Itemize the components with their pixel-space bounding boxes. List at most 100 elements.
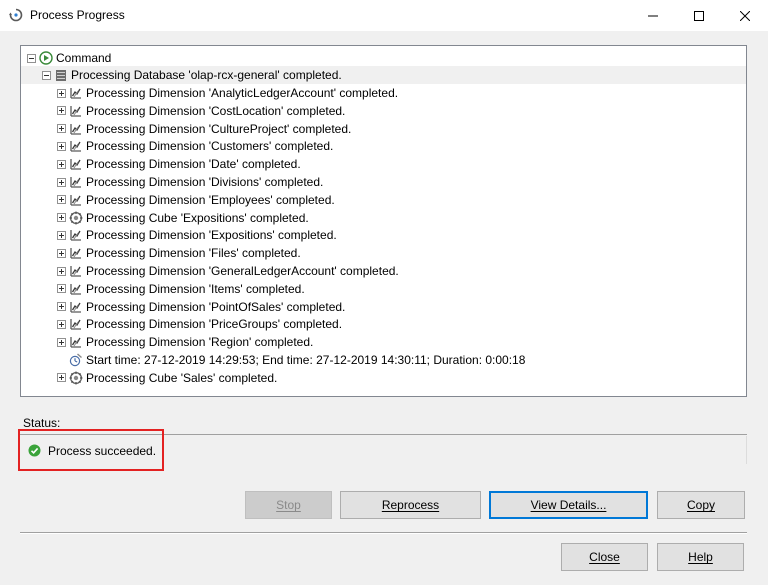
dimension-icon: [70, 104, 82, 117]
tree-node-item[interactable]: Processing Dimension 'Files' completed.: [21, 244, 746, 262]
tree-node-label: Processing Dimension 'Customers' complet…: [86, 139, 334, 154]
tree-node-command[interactable]: Command: [21, 49, 746, 67]
minimize-button[interactable]: [630, 0, 676, 31]
tree-node-database[interactable]: Processing Database 'olap-rcx-general' c…: [21, 66, 746, 84]
tree-node-item[interactable]: Processing Dimension 'AnalyticLedgerAcco…: [21, 84, 746, 102]
tree-node-label: Processing Dimension 'Employees' complet…: [86, 192, 335, 207]
status-highlight-box: [18, 429, 164, 471]
expand-toggle[interactable]: [57, 106, 66, 116]
tree-node-label: Processing Dimension 'Expositions' compl…: [86, 228, 337, 243]
footer-divider-highlight: [20, 533, 747, 534]
status-label: Status:: [23, 416, 61, 430]
close-button[interactable]: Close: [561, 543, 648, 571]
reprocess-button-label: Reprocess: [381, 498, 440, 512]
expand-toggle[interactable]: [57, 284, 66, 294]
minimize-icon: [648, 15, 658, 16]
expand-toggle[interactable]: [57, 302, 66, 312]
title-bar: Process Progress: [0, 0, 768, 31]
tree-node-label: Processing Database 'olap-rcx-general' c…: [71, 68, 342, 82]
expand-toggle[interactable]: [57, 230, 66, 240]
close-button-label: Close: [589, 550, 620, 564]
view-details-button[interactable]: View Details...: [489, 491, 648, 519]
expand-toggle[interactable]: [57, 141, 66, 151]
expand-toggle[interactable]: [57, 337, 66, 347]
cube-icon: [69, 211, 83, 225]
tree-node-label: Processing Dimension 'GeneralLedgerAccou…: [86, 264, 399, 278]
tree-node-item[interactable]: Processing Dimension 'Customers' complet…: [21, 137, 746, 155]
help-button-label: Help: [688, 550, 713, 564]
collapse-toggle[interactable]: [27, 53, 36, 63]
stop-button[interactable]: Stop: [245, 491, 332, 519]
tree-node-item[interactable]: Processing Dimension 'Items' completed.: [21, 280, 746, 298]
tree-node-label: Processing Dimension 'Date' completed.: [86, 157, 301, 172]
maximize-button[interactable]: [676, 0, 722, 31]
dimension-icon: [70, 158, 82, 171]
tree-node-item[interactable]: Processing Cube 'Expositions' completed.: [21, 209, 746, 227]
tree-node-item[interactable]: Processing Dimension 'Date' completed.: [21, 155, 746, 173]
view-details-button-label: View Details...: [530, 498, 607, 512]
tree-node-item[interactable]: Processing Dimension 'CostLocation' comp…: [21, 102, 746, 120]
window-title: Process Progress: [30, 8, 125, 22]
expand-toggle[interactable]: [57, 248, 66, 258]
dimension-icon: [70, 300, 82, 313]
dimension-icon: [70, 336, 82, 349]
dimension-icon: [70, 247, 82, 260]
tree-node-item[interactable]: Processing Dimension 'CultureProject' co…: [21, 120, 746, 138]
expand-toggle[interactable]: [57, 124, 66, 134]
close-icon: [740, 10, 750, 21]
tree-node-item[interactable]: Processing Dimension 'PriceGroups' compl…: [21, 315, 746, 333]
dimension-icon: [70, 229, 82, 242]
tree-node-item[interactable]: Processing Cube 'Sales' completed.: [21, 369, 746, 387]
dimension-icon: [70, 193, 82, 206]
stop-button-label: Stop: [276, 498, 301, 512]
tree-node-item[interactable]: Processing Dimension 'Employees' complet…: [21, 191, 746, 209]
tree-node-label: Processing Cube 'Sales' completed.: [86, 370, 278, 385]
dimension-icon: [70, 282, 82, 295]
tree-node-label: Processing Dimension 'AnalyticLedgerAcco…: [86, 86, 399, 100]
tree-node-label: Processing Dimension 'PriceGroups' compl…: [86, 317, 343, 332]
tree-node-item[interactable]: Processing Dimension 'Divisions' complet…: [21, 173, 746, 191]
dimension-icon: [70, 122, 82, 135]
expand-toggle[interactable]: [57, 195, 66, 205]
tree-node-label: Command: [56, 51, 112, 65]
expand-toggle[interactable]: [57, 319, 66, 329]
tree-node-label: Processing Dimension 'CultureProject' co…: [86, 121, 352, 136]
expand-toggle[interactable]: [57, 373, 66, 383]
copy-button-label: Copy: [686, 498, 715, 512]
tree-node-label: Processing Dimension 'CostLocation' comp…: [86, 103, 346, 118]
copy-button[interactable]: Copy: [657, 491, 745, 519]
command-icon: [39, 51, 53, 65]
tree-node-label: Start time: 27-12-2019 14:29:53; End tim…: [86, 353, 526, 367]
reprocess-button[interactable]: Reprocess: [340, 491, 481, 519]
tree-node-item[interactable]: Start time: 27-12-2019 14:29:53; End tim…: [21, 351, 746, 369]
dimension-icon: [70, 176, 82, 188]
dimension-icon: [70, 265, 82, 277]
tree-node-label: Processing Dimension 'Files' completed.: [86, 246, 301, 261]
expand-toggle[interactable]: [57, 177, 66, 187]
expand-toggle[interactable]: [57, 159, 66, 169]
tree-node-label: Processing Dimension 'PointOfSales' comp…: [86, 299, 346, 314]
dimension-icon: [70, 318, 82, 331]
tree-node-label: Processing Dimension 'Items' completed.: [86, 281, 305, 296]
process-icon: [9, 8, 23, 22]
progress-tree[interactable]: Command Processing Database 'olap-rcx-ge…: [20, 45, 747, 397]
help-button[interactable]: Help: [657, 543, 744, 571]
cube-icon: [69, 371, 83, 385]
tree-node-item[interactable]: Processing Dimension 'Expositions' compl…: [21, 226, 746, 244]
tree-node-item[interactable]: Processing Dimension 'PointOfSales' comp…: [21, 298, 746, 316]
expand-toggle[interactable]: [57, 213, 66, 223]
tree-node-label: Processing Cube 'Expositions' completed.: [86, 210, 309, 225]
tree-node-item[interactable]: Processing Dimension 'Region' completed.: [21, 333, 746, 351]
collapse-toggle[interactable]: [42, 70, 51, 80]
expand-toggle[interactable]: [57, 266, 66, 276]
close-window-button[interactable]: [722, 0, 768, 31]
maximize-icon: [694, 10, 704, 21]
dimension-icon: [70, 140, 82, 153]
dimension-icon: [70, 87, 82, 99]
timer-icon: [69, 353, 82, 367]
expand-toggle[interactable]: [57, 88, 66, 98]
tree-node-item[interactable]: Processing Dimension 'GeneralLedgerAccou…: [21, 262, 746, 280]
database-icon: [56, 70, 66, 81]
tree-node-label: Processing Dimension 'Divisions' complet…: [86, 175, 324, 189]
